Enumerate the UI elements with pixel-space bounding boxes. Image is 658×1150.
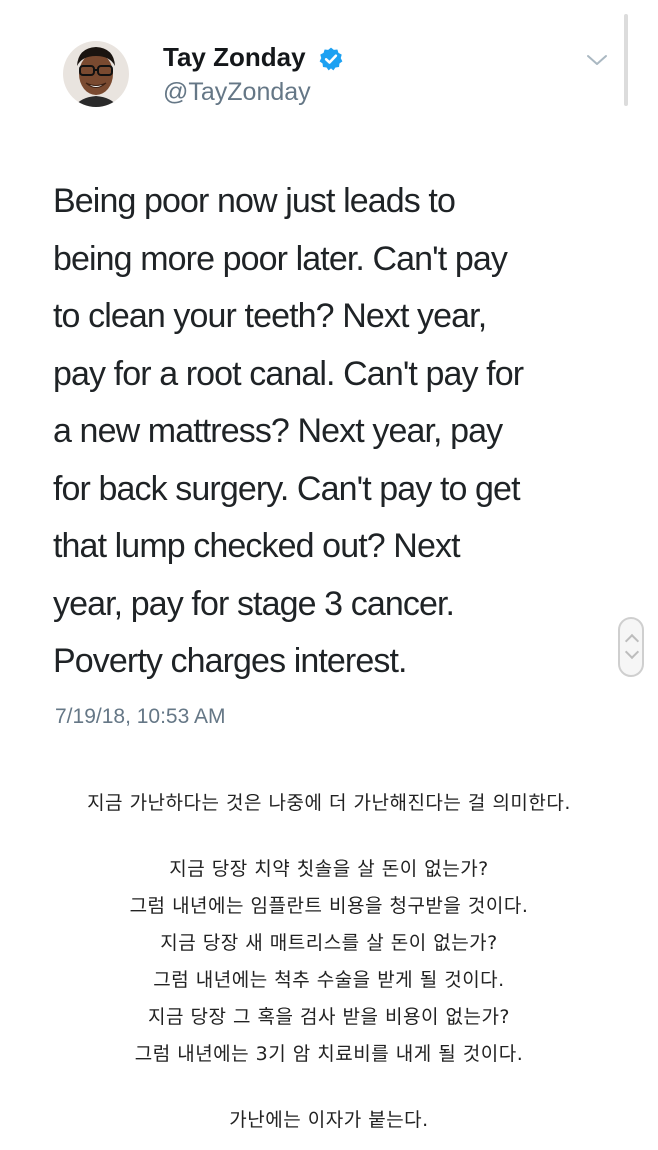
tweet-text: Being poor now just leads to being more …: [53, 173, 613, 691]
user-handle[interactable]: @TayZonday: [163, 77, 311, 107]
tweet-text-line: pay for a root canal. Can't pay for: [53, 354, 524, 393]
scrollbar-thumb[interactable]: [618, 617, 644, 677]
tweet-timestamp[interactable]: 7/19/18, 10:53 AM: [55, 703, 225, 731]
tweet-text-line: year, pay for stage 3 cancer.: [53, 584, 455, 623]
translation-line: 그럼 내년에는 3기 암 치료비를 내게 될 것이다.: [134, 1043, 524, 1065]
tweet-text-line: Poverty charges interest.: [53, 642, 407, 680]
tweet-text-line: a new mattress? Next year, pay: [53, 412, 503, 450]
avatar[interactable]: [62, 28, 130, 120]
tweet-text-line: that lump checked out? Next: [53, 527, 461, 565]
translation-headline: 지금 가난하다는 것은 나중에 더 가난해진다는 걸 의미한다.: [87, 792, 571, 814]
translation-closing: 가난에는 이자가 붙는다.: [229, 1109, 429, 1131]
tweet-text-line: to clean your teeth? Next year,: [53, 297, 487, 335]
translation-line: 지금 당장 그 혹을 검사 받을 비용이 없는가?: [147, 1006, 511, 1028]
scroll-down-icon: [624, 644, 640, 660]
korean-translation: 지금 가난하다는 것은 나중에 더 가난해진다는 걸 의미한다. 지금 당장 치…: [0, 760, 658, 1150]
tweet-card: Tay Zonday @TayZonday Being poor now jus…: [0, 0, 658, 760]
display-name[interactable]: Tay Zonday: [163, 40, 306, 74]
scrollbar-track: [624, 14, 628, 106]
translation-line: 그럼 내년에는 척추 수술을 받게 될 것이다.: [153, 969, 505, 991]
tweet-text-line: being more poor later. Can't pay: [53, 239, 508, 278]
translation-line: 지금 당장 새 매트리스를 살 돈이 없는가?: [160, 932, 498, 954]
translation-line: 그럼 내년에는 임플란트 비용을 청구받을 것이다.: [129, 895, 529, 917]
chevron-down-icon[interactable]: [584, 50, 610, 70]
translation-line: 지금 당장 치약 칫솔을 살 돈이 없는가?: [169, 858, 489, 880]
tweet-text-line: for back surgery. Can't pay to get: [53, 469, 521, 508]
verified-badge-icon: [319, 47, 343, 71]
tweet-text-line: Being poor now just leads to: [53, 182, 456, 220]
